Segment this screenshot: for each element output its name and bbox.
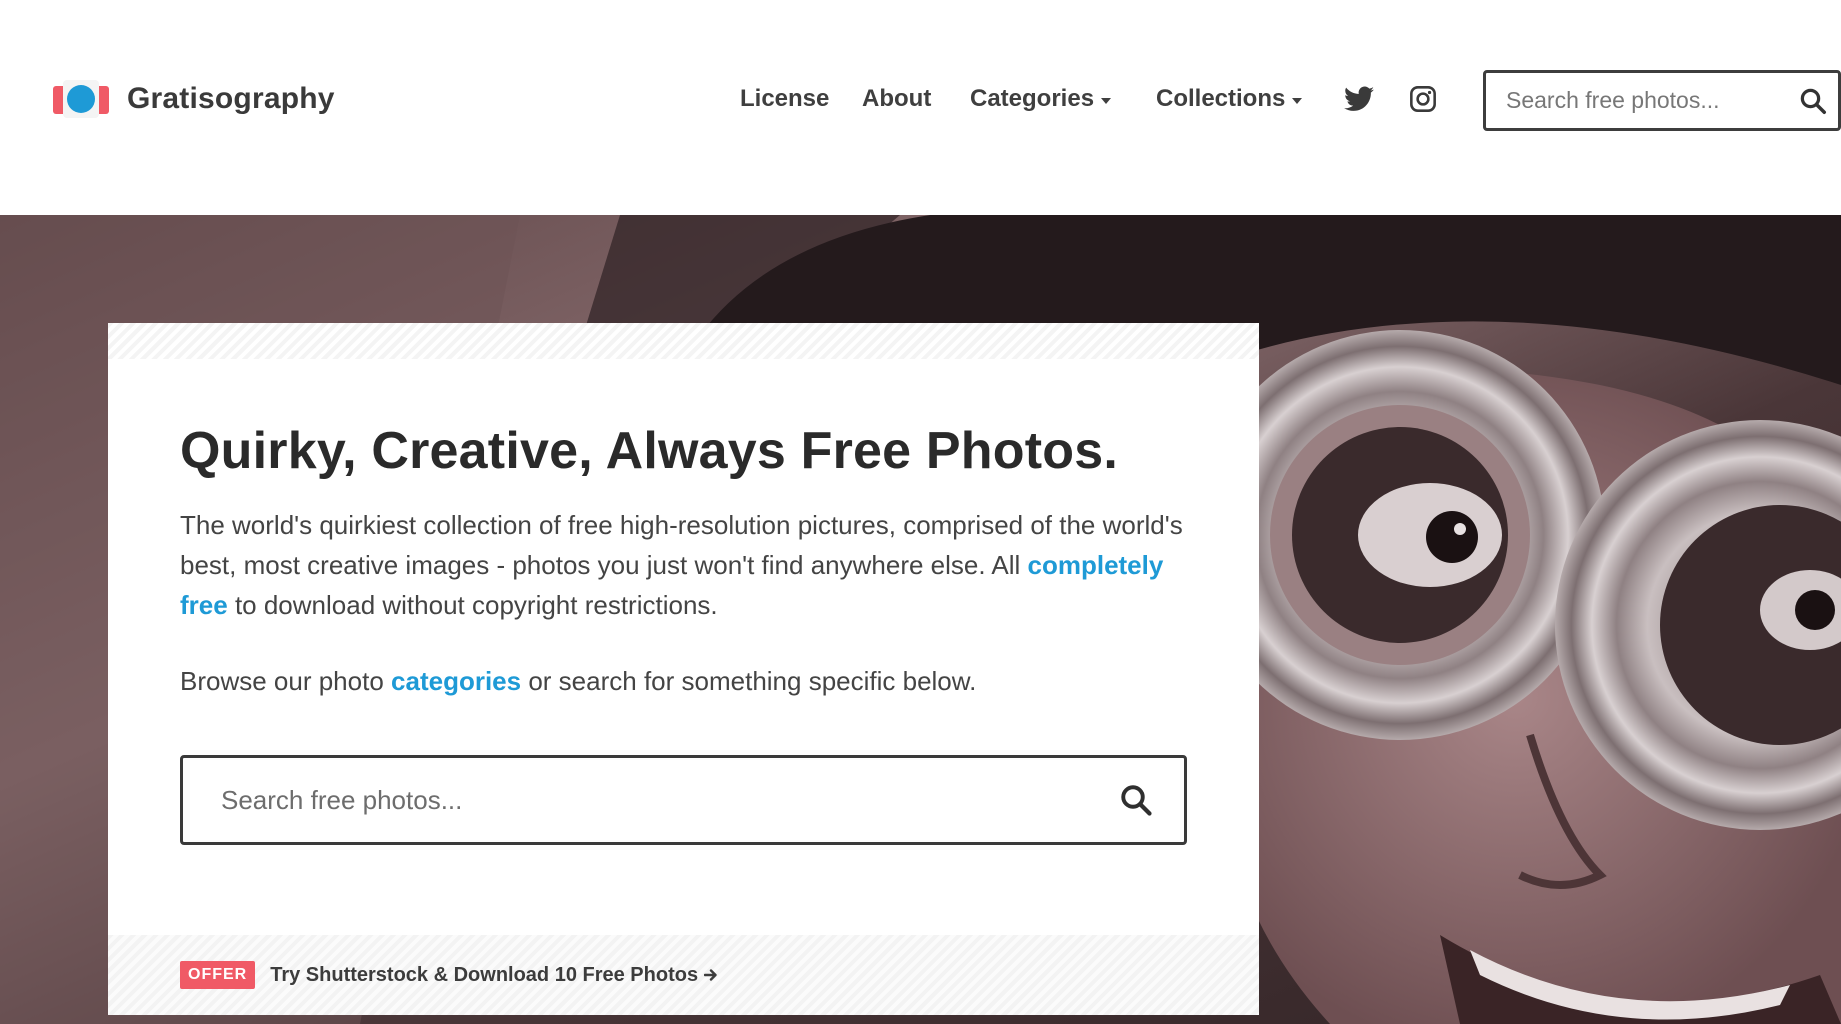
header-search-box [1483,70,1841,131]
instagram-icon[interactable] [1409,85,1437,113]
offer-bar: OFFER Try Shutterstock & Download 10 Fre… [108,935,1259,1015]
nav-license-label[interactable]: License [740,85,829,113]
nav-about-label[interactable]: About [862,85,931,113]
hero-description-tail: to download without copyright restrictio… [234,590,718,620]
browse-text: Browse our photo categories or search fo… [180,661,976,701]
camera-logo-icon [53,80,109,118]
nav-categories[interactable]: Categories [970,78,1112,120]
caret-down-icon [1101,97,1112,104]
shutterstock-offer-link[interactable]: Try Shutterstock & Download 10 Free Phot… [270,964,718,987]
brand-name: Gratisography [127,82,335,115]
main-search-box [180,755,1187,845]
logo-link[interactable]: Gratisography [53,74,335,124]
hero-card: Quirky, Creative, Always Free Photos. Th… [108,323,1259,1015]
nav-about[interactable]: About [862,78,931,120]
hero-title: Quirky, Creative, Always Free Photos. [180,422,1118,480]
offer-text: Try Shutterstock & Download 10 Free Phot… [270,963,699,986]
offer-badge: OFFER [180,961,256,989]
nav-categories-label[interactable]: Categories [970,85,1112,113]
nav-license[interactable]: License [740,78,829,120]
arrow-right-icon [704,969,717,981]
browse-prefix: Browse our photo [180,666,384,696]
nav-collections-label[interactable]: Collections [1156,85,1303,113]
header-search-input[interactable] [1504,73,1774,128]
card-stripe-decoration [108,323,1259,359]
search-icon[interactable] [1798,86,1828,116]
nav-collections[interactable]: Collections [1156,78,1303,120]
main-search-input[interactable] [219,758,1099,842]
hero-description: The world's quirkiest collection of free… [180,505,1190,625]
nav-categories-text: Categories [970,85,1095,112]
site-header: Gratisography License About Categories C… [0,0,1841,215]
search-icon[interactable] [1118,782,1154,818]
categories-link[interactable]: categories [391,666,521,696]
browse-suffix: or search for something specific below. [528,666,977,696]
nav-collections-text: Collections [1156,85,1286,112]
twitter-icon[interactable] [1344,86,1374,112]
caret-down-icon [1292,97,1303,104]
